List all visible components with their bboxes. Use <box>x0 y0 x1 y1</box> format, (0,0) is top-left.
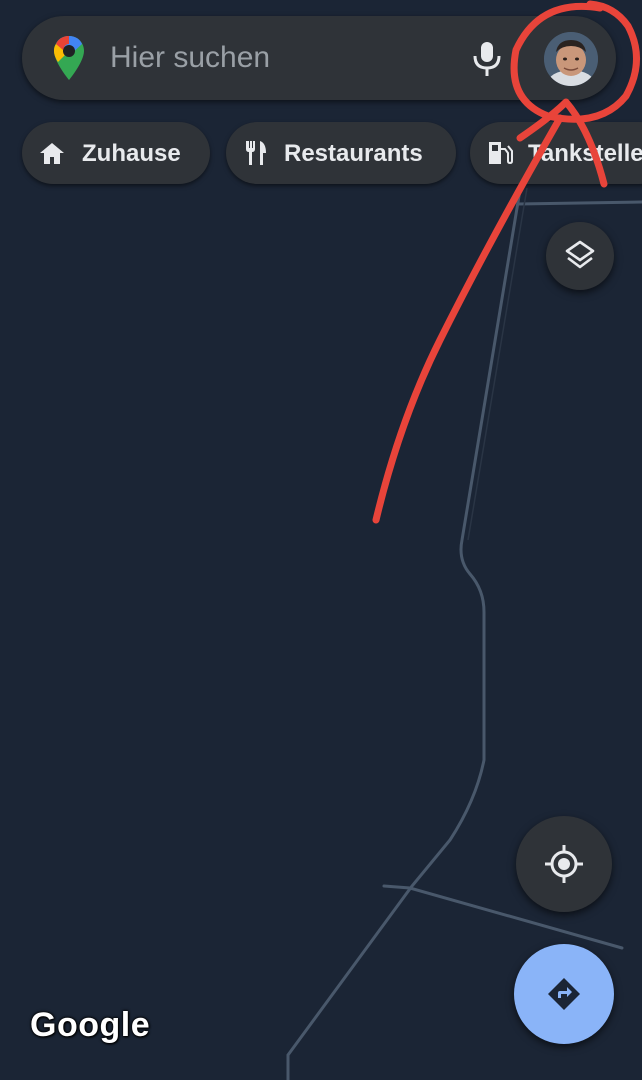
chip-label: Zuhause <box>82 140 181 167</box>
microphone-icon[interactable] <box>469 38 505 78</box>
account-avatar[interactable] <box>544 32 598 86</box>
my-location-icon <box>545 845 583 883</box>
my-location-button[interactable] <box>516 816 612 912</box>
layers-button[interactable] <box>546 222 614 290</box>
home-icon <box>40 143 64 164</box>
map-road <box>516 200 642 206</box>
map-road <box>467 187 528 541</box>
google-maps-logo-icon[interactable] <box>52 34 86 82</box>
chip-restaurants[interactable]: Restaurants <box>226 122 456 184</box>
chip-gas-stations[interactable]: Tankstellen <box>470 122 642 184</box>
gas-station-icon <box>489 142 513 165</box>
restaurant-icon <box>246 141 266 165</box>
map-road <box>286 188 522 1080</box>
search-placeholder[interactable]: Hier suchen <box>110 40 270 76</box>
chip-label: Restaurants <box>284 140 423 167</box>
directions-icon <box>548 978 580 1010</box>
avatar-image <box>544 32 598 86</box>
layers-icon <box>565 240 595 269</box>
search-bar[interactable]: Hier suchen <box>22 16 616 100</box>
chip-label: Tankstellen <box>528 140 642 167</box>
chip-home[interactable]: Zuhause <box>22 122 210 184</box>
directions-button[interactable] <box>514 944 614 1044</box>
category-chips: Zuhause Restaurants Tankstellen <box>22 122 642 186</box>
google-watermark: Google <box>30 1006 151 1044</box>
